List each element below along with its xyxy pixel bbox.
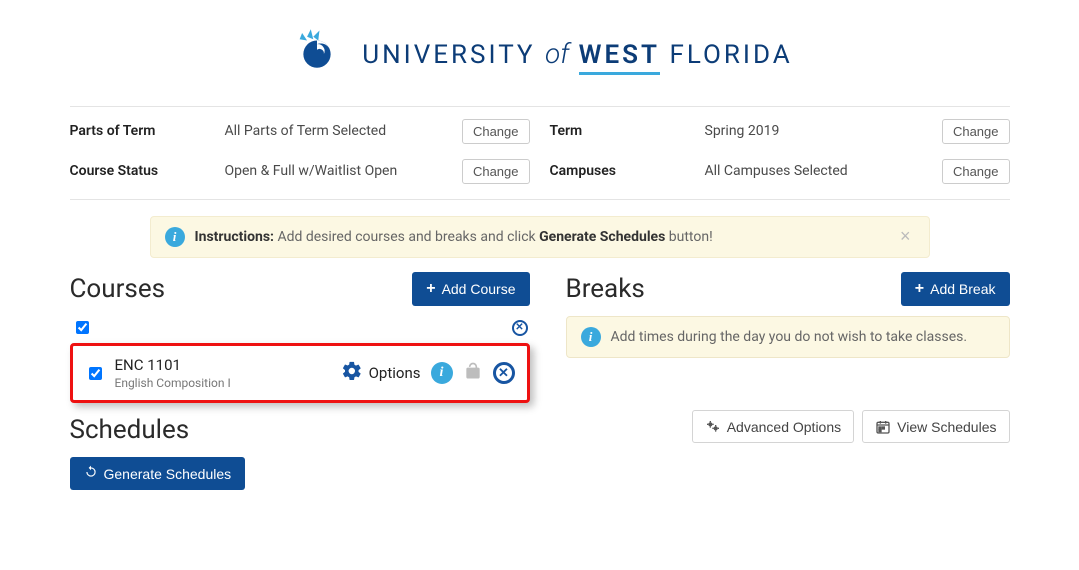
course-options-button[interactable]: Options — [341, 360, 421, 386]
add-course-label: Add Course — [442, 281, 516, 297]
add-course-button[interactable]: + Add Course — [412, 272, 529, 306]
refresh-icon — [84, 465, 98, 482]
change-parts-of-term-button[interactable]: Change — [462, 119, 530, 144]
add-break-button[interactable]: + Add Break — [901, 272, 1010, 306]
change-campuses-button[interactable]: Change — [942, 159, 1010, 184]
plus-icon: + — [915, 280, 924, 298]
course-checkbox[interactable] — [89, 367, 102, 380]
gear-icon — [341, 360, 363, 386]
course-status-label: Course Status — [70, 163, 225, 179]
logo-text: UNIVERSITY of WEST FLORIDA — [362, 37, 793, 70]
course-code: ENC 1101 — [115, 356, 331, 374]
parts-of-term-label: Parts of Term — [70, 123, 225, 139]
add-break-label: Add Break — [930, 281, 995, 297]
schedules-heading: Schedules — [70, 415, 530, 445]
instructions-text-2: button! — [665, 229, 712, 245]
nautilus-icon — [286, 20, 348, 86]
instructions-text-1: Add desired courses and breaks and click — [277, 229, 539, 245]
course-name: English Composition I — [115, 376, 331, 390]
info-icon: i — [165, 227, 185, 247]
instructions-label: Instructions: — [195, 229, 274, 245]
course-row: ENC 1101 English Composition I Options i… — [70, 343, 530, 403]
view-schedules-label: View Schedules — [897, 419, 996, 435]
campuses-label: Campuses — [550, 163, 705, 179]
campuses-value: All Campuses Selected — [705, 163, 942, 179]
close-icon[interactable]: × — [894, 225, 917, 248]
parts-of-term-value: All Parts of Term Selected — [225, 123, 462, 139]
calendar-icon — [875, 418, 891, 435]
instructions-emph: Generate Schedules — [539, 229, 665, 245]
advanced-options-label: Advanced Options — [727, 419, 841, 435]
remove-course-icon[interactable]: ✕ — [493, 362, 515, 384]
course-status-value: Open & Full w/Waitlist Open — [225, 163, 462, 179]
courses-heading: Courses — [70, 274, 166, 304]
change-course-status-button[interactable]: Change — [462, 159, 530, 184]
breaks-hint: i Add times during the day you do not wi… — [566, 316, 1010, 358]
term-label: Term — [550, 123, 705, 139]
change-term-button[interactable]: Change — [942, 119, 1010, 144]
filter-grid: Parts of Term All Parts of Term Selected… — [70, 113, 1010, 189]
generate-schedules-button[interactable]: Generate Schedules — [70, 457, 246, 490]
course-row-placeholder: ✕ — [70, 316, 530, 343]
view-schedules-button[interactable]: View Schedules — [862, 410, 1009, 443]
generate-schedules-label: Generate Schedules — [104, 466, 232, 482]
plus-icon: + — [426, 280, 435, 298]
remove-all-icon[interactable]: ✕ — [512, 320, 528, 336]
university-logo: UNIVERSITY of WEST FLORIDA — [70, 20, 1010, 86]
select-all-checkbox[interactable] — [76, 321, 89, 334]
breaks-heading: Breaks — [566, 274, 645, 304]
info-icon: i — [581, 327, 601, 347]
course-options-label: Options — [369, 364, 421, 382]
breaks-hint-text: Add times during the day you do not wish… — [611, 329, 968, 345]
instructions-alert: i Instructions: Add desired courses and … — [150, 216, 930, 258]
info-icon[interactable]: i — [431, 362, 453, 384]
lock-open-icon[interactable] — [463, 361, 483, 385]
advanced-options-button[interactable]: Advanced Options — [692, 410, 854, 443]
gears-icon — [705, 418, 721, 435]
term-value: Spring 2019 — [705, 123, 942, 139]
